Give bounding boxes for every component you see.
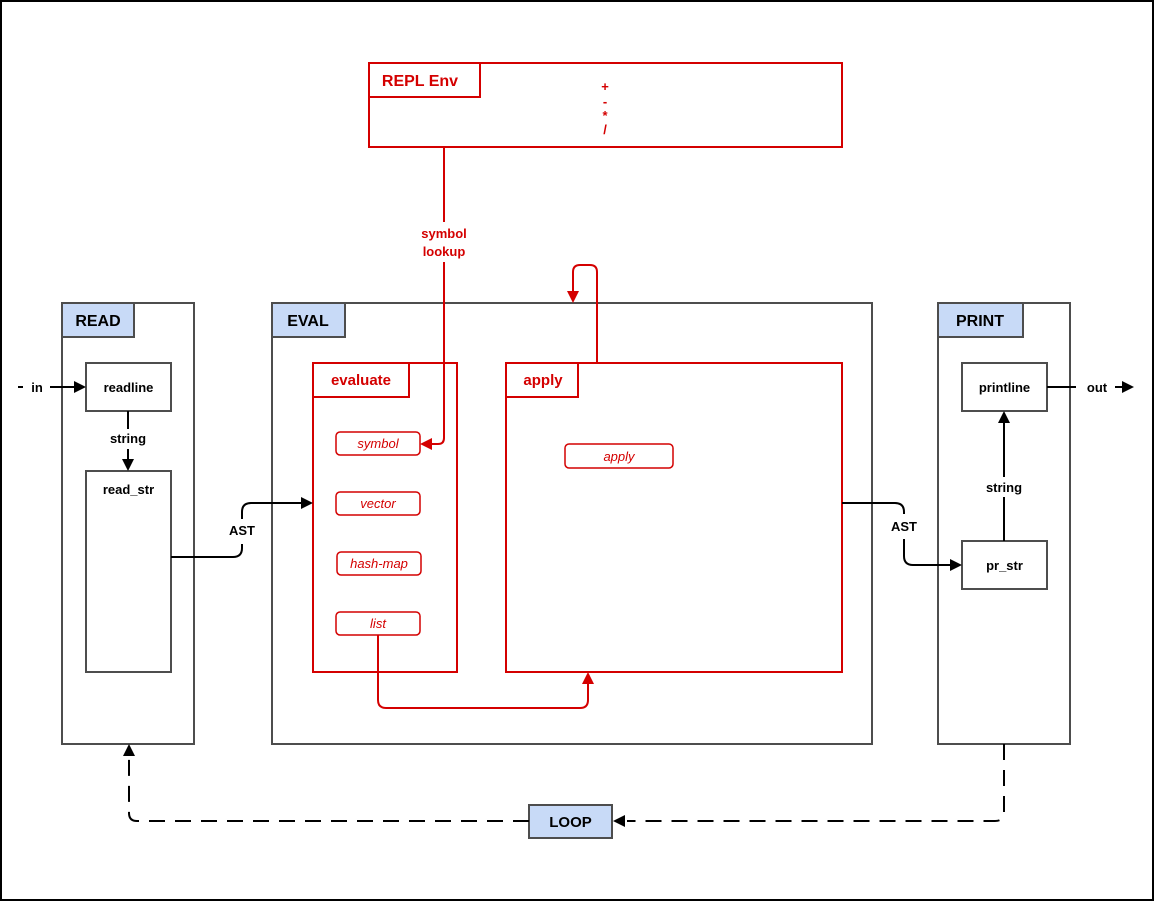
print-label: PRINT (956, 313, 1004, 330)
apply-label: apply (523, 372, 563, 389)
read-string-label: string (110, 431, 146, 446)
read-stage[interactable]: READ readline read_str (61, 302, 195, 745)
symbol-lookup-label-1: symbol (421, 226, 467, 241)
repl-env-label: REPL Env (382, 73, 458, 90)
printline-label: printline (979, 380, 1030, 395)
out-label: out (1087, 380, 1108, 395)
print-string-label: string (986, 480, 1022, 495)
evaluate-item-symbol-label: symbol (357, 436, 399, 451)
evaluate-item-vector-label: vector (360, 496, 396, 511)
evaluate-item-hash-map-label: hash-map (350, 556, 408, 571)
evaluate-item-list-label: list (370, 616, 387, 631)
eval-stage[interactable]: EVAL evaluate symbol vector hash-map lis… (271, 302, 873, 745)
repl-env-box[interactable]: REPL Env + - * / (368, 62, 843, 148)
ast-read-to-eval-label: AST (229, 523, 255, 538)
apply-frame (505, 362, 843, 673)
loop-label: LOOP (549, 814, 592, 831)
eval-label: EVAL (287, 313, 329, 330)
apply-item-apply-label: apply (603, 449, 636, 464)
in-label: in (31, 380, 43, 395)
ast-eval-to-print-label: AST (891, 519, 917, 534)
readline-label: readline (104, 380, 154, 395)
env-symbol-divide: / (603, 122, 607, 137)
evaluate-label: evaluate (331, 372, 391, 389)
env-symbol-minus: - (603, 94, 607, 109)
read-label: READ (75, 313, 120, 330)
env-symbol-plus: + (601, 79, 609, 94)
symbol-lookup-label-2: lookup (423, 244, 466, 259)
read-str-label: read_str (103, 482, 154, 497)
read-str-box[interactable] (85, 470, 172, 673)
repl-diagram: REPL Env + - * / READ readline read_str … (0, 0, 1154, 901)
loop-box[interactable]: LOOP (528, 804, 613, 839)
pr-str-label: pr_str (986, 558, 1023, 573)
